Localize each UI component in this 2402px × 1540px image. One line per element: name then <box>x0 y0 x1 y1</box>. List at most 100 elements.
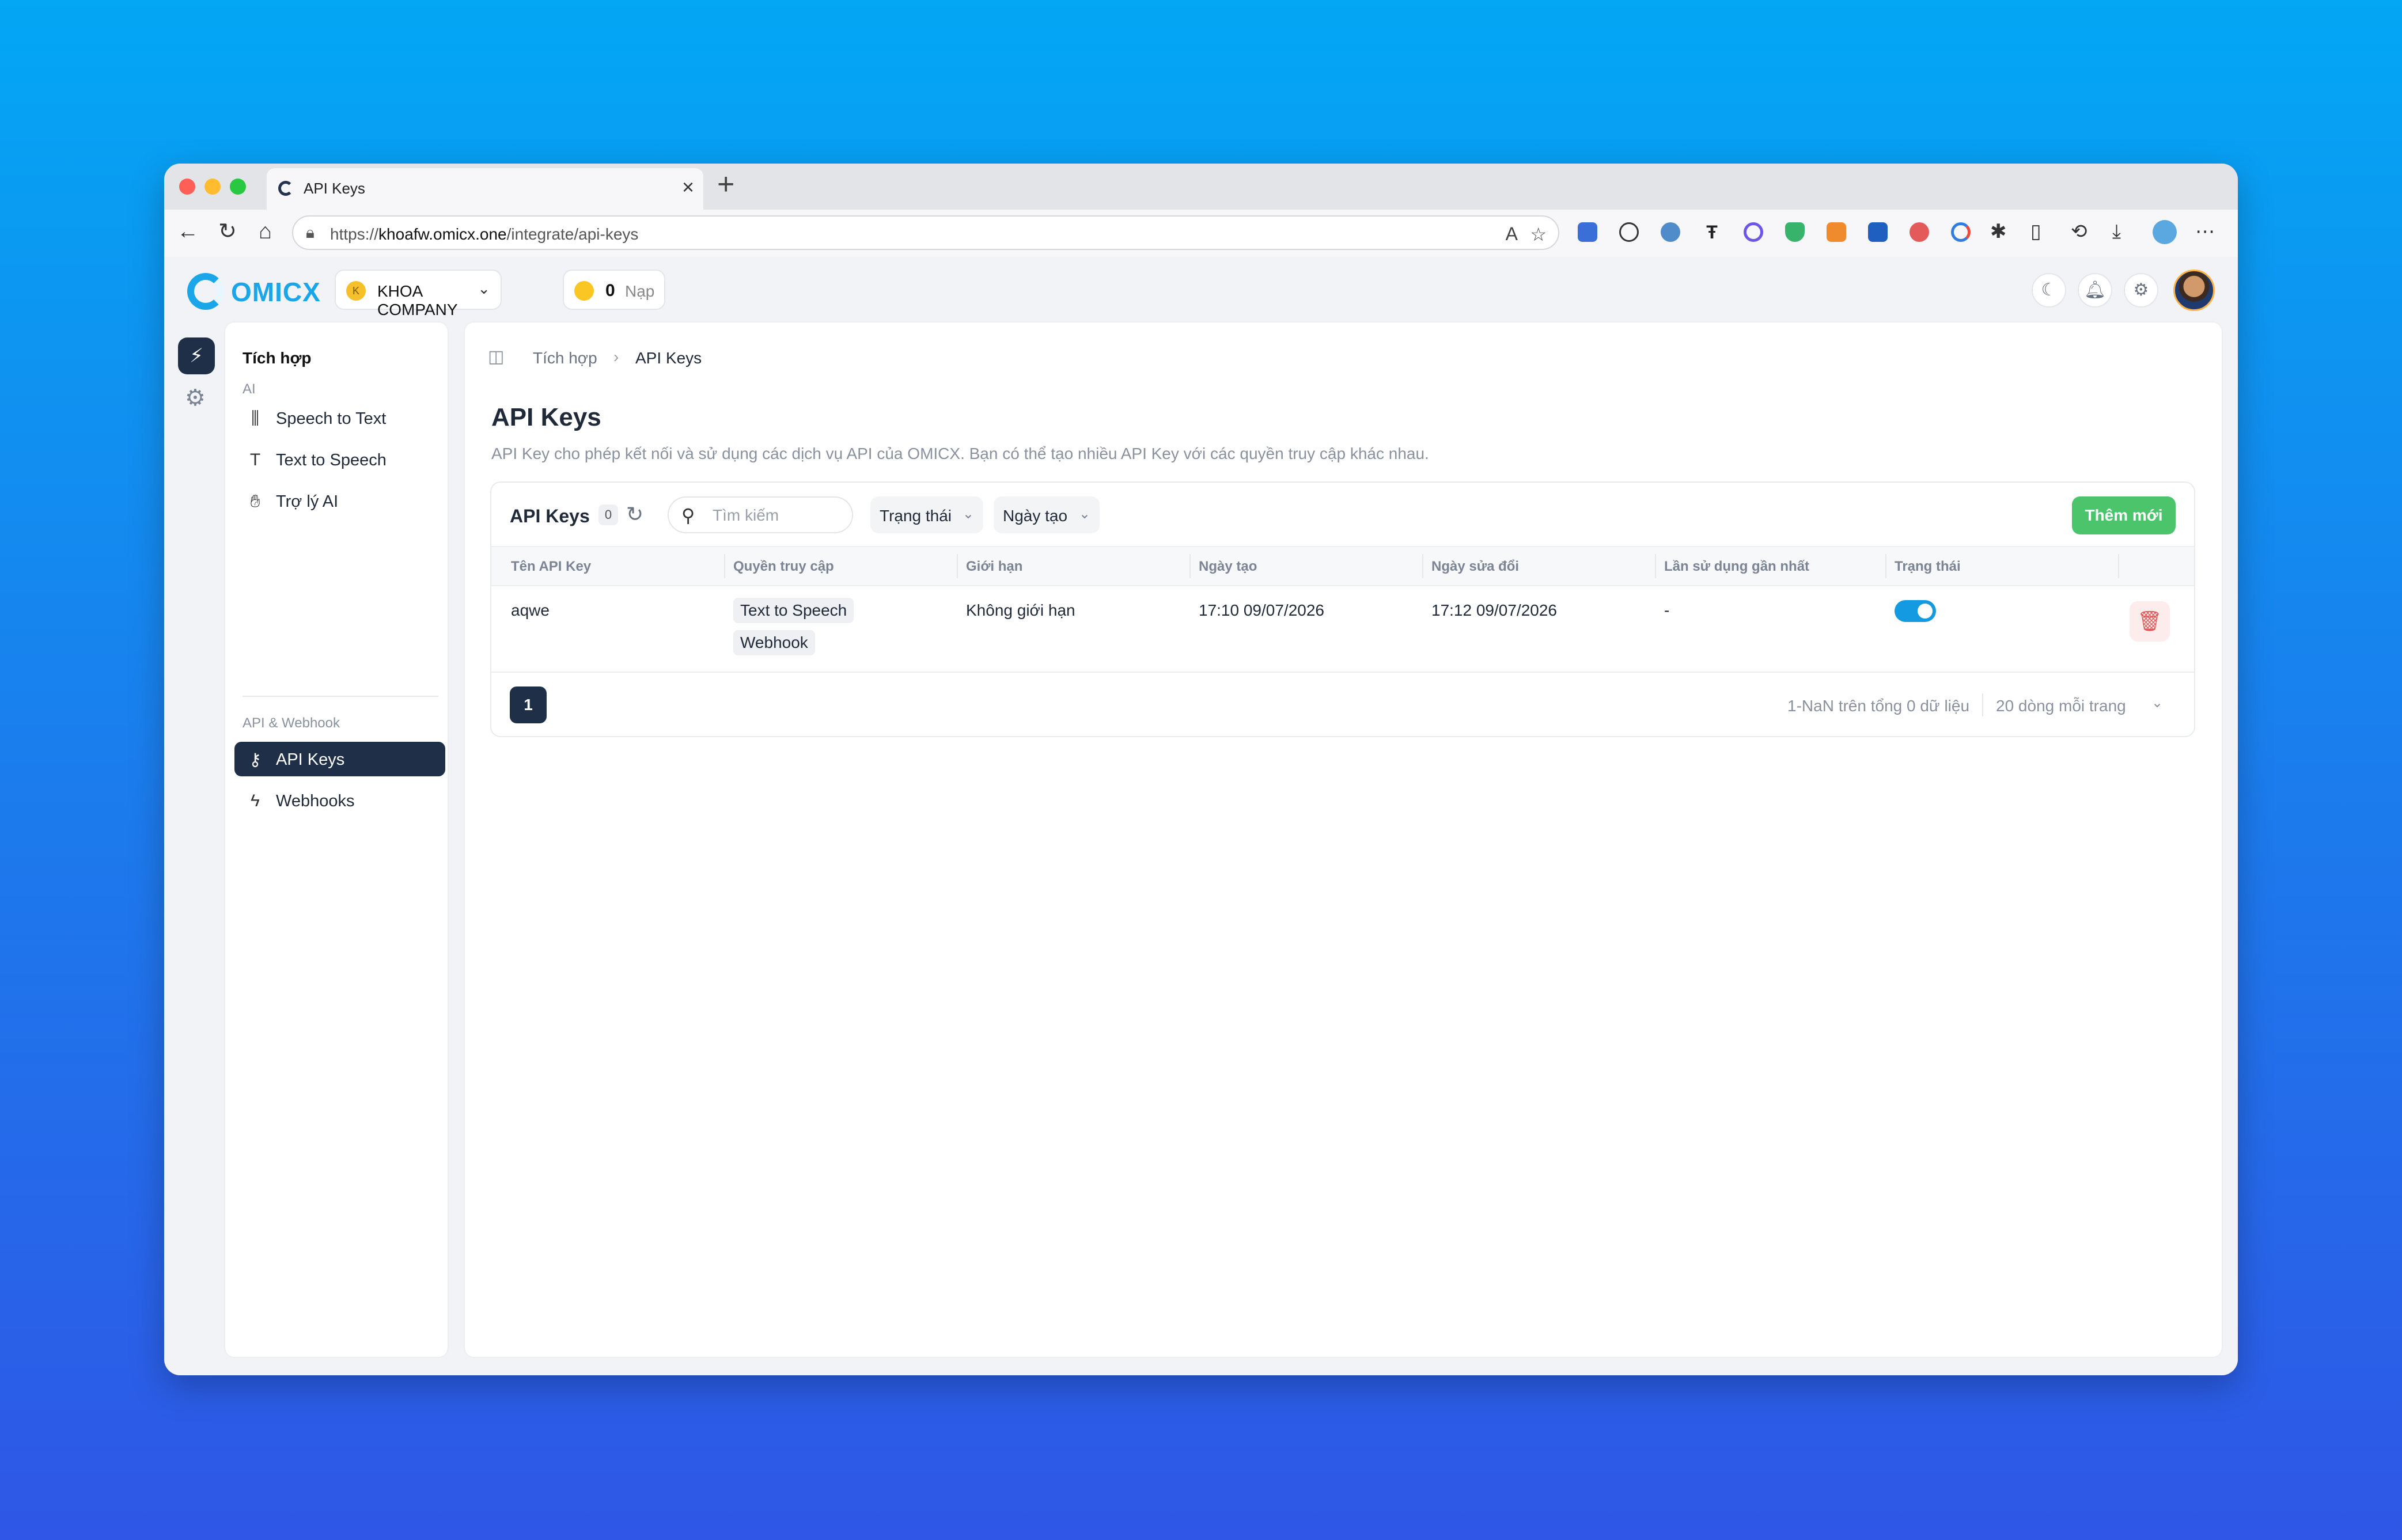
waveform-icon: ⫼ <box>251 409 259 428</box>
extension-red-icon[interactable] <box>1910 222 1929 242</box>
logo-text: OMICX <box>231 277 321 307</box>
sidebar-item-text-to-speech[interactable]: T Text to Speech <box>234 442 445 477</box>
delete-trash-icon[interactable]: 🗑︎ <box>2130 601 2170 642</box>
user-avatar[interactable] <box>2173 270 2215 311</box>
profile-icon[interactable] <box>2153 220 2177 244</box>
extension-metamask-icon[interactable] <box>1827 222 1846 242</box>
main-content: ◫ Tích hợp › API Keys API Keys API Key c… <box>464 321 2223 1358</box>
company-selector[interactable]: K KHOA COMPANY ⌄ <box>335 270 502 318</box>
refresh-icon[interactable]: ↻ <box>626 502 643 526</box>
favorite-star-icon[interactable]: ☆ <box>1530 223 1547 245</box>
permission-tag: Text to Speech <box>733 598 854 623</box>
extension-bot-icon[interactable] <box>1661 222 1680 242</box>
sidebar-item-ai-assistant[interactable]: ✋︎ Trợ lý AI <box>234 484 445 518</box>
settings-gear-icon[interactable]: ⚙ <box>2124 273 2158 308</box>
permission-tag: Webhook <box>733 630 815 655</box>
created-date-filter[interactable]: Ngày tạo ⌄ <box>994 496 1100 533</box>
tab-close-icon[interactable]: × <box>682 175 694 199</box>
extension-clock-icon[interactable] <box>1619 222 1639 242</box>
tab-title: API Keys <box>304 180 365 197</box>
cell-last-used: - <box>1664 601 1670 619</box>
sidebar-group-ai: AI <box>243 381 256 397</box>
key-icon: ⚷ <box>249 750 262 769</box>
extension-chart-icon[interactable] <box>1868 222 1888 242</box>
maximize-window-button[interactable] <box>230 179 246 195</box>
column-header-last-used: Lần sử dụng gần nhất <box>1664 559 1810 574</box>
column-divider <box>724 554 725 578</box>
omicx-favicon-icon <box>278 181 293 196</box>
credit-value: 0 <box>605 281 615 300</box>
address-bar[interactable]: 🔒︎ https://khoafw.omicx.one/integrate/ap… <box>292 215 1559 250</box>
coin-icon <box>574 281 594 301</box>
browser-tab-api-keys[interactable]: API Keys × <box>267 168 703 210</box>
sidebar-divider <box>243 696 438 697</box>
extensions-puzzle-icon[interactable]: ✱ <box>1990 220 2007 243</box>
cell-name: aqwe <box>511 601 550 619</box>
download-icon[interactable]: ⤓ <box>2112 220 2121 243</box>
dark-mode-moon-icon[interactable]: ☾ <box>2032 273 2066 308</box>
search-box[interactable]: ⚲ <box>668 496 853 533</box>
page-title: API Keys <box>491 403 601 431</box>
breadcrumb-parent[interactable]: Tích hợp <box>533 349 597 367</box>
column-divider <box>1885 554 1886 578</box>
status-toggle[interactable] <box>1895 600 1936 622</box>
column-header-limit: Giới hạn <box>966 559 1023 574</box>
omicx-logo-icon <box>187 273 224 310</box>
app-area: OMICX K KHOA COMPANY ⌄ 0 Nạp ☾ 🔔︎ ⚙ ⚡ ⚙ … <box>164 257 2238 1375</box>
toggle-knob <box>1918 604 1933 619</box>
column-divider <box>1422 554 1423 578</box>
pagination-page-1[interactable]: 1 <box>510 686 547 723</box>
cell-limit: Không giới hạn <box>966 601 1075 619</box>
sidebar-item-label: Text to Speech <box>276 451 387 469</box>
assistant-icon: ✋︎ <box>250 492 260 511</box>
sidebar-item-label: Speech to Text <box>276 409 387 428</box>
chevron-down-icon: ⌄ <box>962 506 974 522</box>
reload-icon[interactable]: ↻ <box>218 220 237 243</box>
cell-modified: 17:12 09/07/2026 <box>1431 601 1557 619</box>
sidebar-item-webhooks[interactable]: ϟ Webhooks <box>234 783 445 818</box>
extension-c-icon[interactable] <box>1951 222 1971 242</box>
status-filter[interactable]: Trạng thái ⌄ <box>870 496 983 533</box>
status-filter-label: Trạng thái <box>880 507 952 525</box>
cell-created: 17:10 09/07/2026 <box>1199 601 1324 619</box>
column-header-permissions: Quyền truy cập <box>733 559 834 574</box>
extension-t-icon[interactable]: Ŧ <box>1702 222 1722 242</box>
column-divider <box>957 554 958 578</box>
chevron-down-icon: ⌄ <box>1078 506 1090 522</box>
minimize-window-button[interactable] <box>204 179 221 195</box>
history-icon[interactable]: ⟲ <box>2071 220 2087 243</box>
more-menu-icon[interactable]: ⋯ <box>2195 220 2215 243</box>
extension-translate-icon[interactable] <box>1578 222 1597 242</box>
close-window-button[interactable] <box>179 179 195 195</box>
notification-bell-icon[interactable]: 🔔︎ <box>2078 273 2112 308</box>
sidebar-item-label: Trợ lý AI <box>276 492 339 511</box>
read-aloud-icon[interactable]: A <box>1506 223 1518 245</box>
topup-link[interactable]: Nạp <box>625 282 654 301</box>
sidebar-item-api-keys[interactable]: ⚷ API Keys <box>234 742 445 776</box>
layout-panel-icon[interactable]: ◫ <box>488 347 504 367</box>
extension-shield-icon[interactable] <box>1785 222 1805 242</box>
chevron-down-icon: ⌄ <box>2151 695 2164 711</box>
add-new-button[interactable]: Thêm mới <box>2072 496 2176 534</box>
page-size-select[interactable]: 20 dòng mỗi trang <box>1996 697 2126 715</box>
split-screen-icon[interactable]: ▯ <box>2030 220 2041 243</box>
back-arrow-icon[interactable]: ← <box>177 220 199 243</box>
home-icon[interactable]: ⌂ <box>259 220 272 243</box>
column-divider <box>1189 554 1191 578</box>
row-divider <box>491 672 2194 673</box>
url-text[interactable]: https://khoafw.omicx.one/integrate/api-k… <box>330 225 638 244</box>
sidebar-item-speech-to-text[interactable]: ⫼ Speech to Text <box>234 401 445 435</box>
count-badge: 0 <box>598 505 618 525</box>
column-header-modified: Ngày sửa đổi <box>1431 559 1520 574</box>
rail-settings-gear-icon[interactable]: ⚙ <box>185 385 206 411</box>
navigation-bar: ← ↻ ⌂ 🔒︎ https://khoafw.omicx.one/integr… <box>164 210 2238 257</box>
integration-plug-icon[interactable]: ⚡ <box>178 337 215 374</box>
new-tab-plus-icon[interactable]: + <box>717 167 734 202</box>
company-avatar: K <box>346 281 366 301</box>
extension-circle-icon[interactable] <box>1744 222 1763 242</box>
page-description: API Key cho phép kết nối và sử dụng các … <box>491 445 1429 462</box>
created-filter-label: Ngày tạo <box>1003 507 1068 525</box>
search-input[interactable] <box>711 506 846 525</box>
column-header-created: Ngày tạo <box>1199 559 1257 574</box>
credit-balance[interactable]: 0 Nạp <box>563 270 665 310</box>
